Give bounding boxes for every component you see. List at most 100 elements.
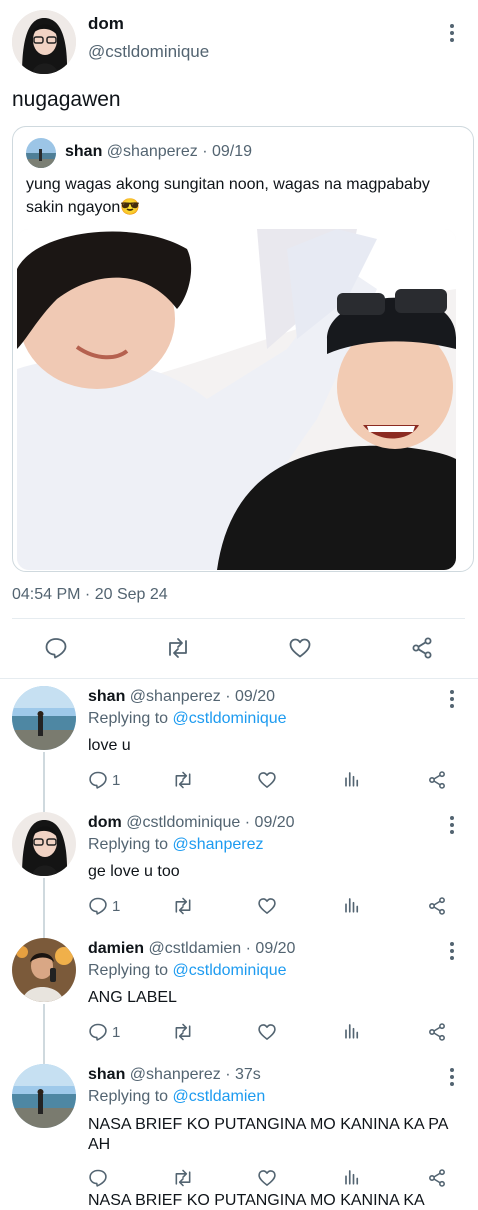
share-icon — [427, 1168, 447, 1188]
reply-author-handle[interactable]: @cstldominique — [126, 814, 240, 831]
reply-icon — [88, 770, 108, 790]
reply-avatar[interactable] — [12, 1064, 76, 1128]
views-icon — [343, 896, 361, 914]
reply-count: 1 — [112, 771, 121, 789]
views-icon — [343, 770, 361, 788]
like-icon — [289, 638, 311, 658]
share-icon — [427, 770, 447, 790]
reply-text: ANG LABEL — [88, 989, 177, 1006]
quote-date: · 09/19 — [202, 143, 253, 160]
quote-photo[interactable] — [17, 229, 456, 570]
replying-to-link[interactable]: @cstldominique — [173, 710, 287, 727]
reply-count: 1 — [112, 1023, 121, 1041]
views-button[interactable] — [343, 1022, 361, 1040]
share-button[interactable] — [427, 896, 447, 916]
share-button[interactable] — [427, 770, 447, 790]
reply-icon — [45, 638, 67, 659]
reply-button[interactable] — [44, 636, 68, 660]
reply-author-name[interactable]: damien — [88, 940, 144, 957]
reply-author-name[interactable]: shan — [88, 1066, 125, 1083]
reply-avatar[interactable] — [12, 812, 76, 876]
share-icon — [412, 637, 432, 659]
retweet-button[interactable] — [165, 636, 191, 660]
reply-text: ge love u too — [88, 863, 180, 880]
replying-to-label: Replying to — [88, 836, 169, 853]
replying-to-link[interactable]: @cstldominique — [173, 962, 287, 979]
like-icon — [257, 1168, 277, 1188]
reply-text: NASA BRIEF KO PUTANGINA MO KANINA KA PA … — [88, 1116, 448, 1153]
retweet-button[interactable] — [172, 1022, 194, 1042]
views-button[interactable] — [343, 1168, 361, 1186]
quote-text: yung wagas akong sungitan noon, wagas na… — [26, 176, 430, 216]
reply-button[interactable]: 1 — [88, 770, 120, 790]
reply-date: · 09/20 — [245, 940, 296, 957]
like-icon — [257, 770, 277, 790]
share-button[interactable] — [427, 1022, 447, 1042]
cutoff-reply-text: NASA BRIEF KO PUTANGINA MO KANINA KA — [88, 1192, 425, 1209]
more-icon[interactable] — [449, 1068, 455, 1086]
retweet-icon — [172, 770, 194, 790]
views-button[interactable] — [343, 770, 361, 788]
like-button[interactable] — [257, 1022, 277, 1042]
reply-avatar[interactable] — [12, 686, 76, 750]
reply-button[interactable] — [88, 1168, 108, 1188]
reply-icon — [88, 1168, 108, 1188]
reply-author-handle[interactable]: @shanperez — [130, 688, 221, 705]
retweet-button[interactable] — [172, 896, 194, 916]
views-button[interactable] — [343, 896, 361, 914]
reply-date: · 09/20 — [244, 814, 295, 831]
retweet-icon — [172, 1022, 194, 1042]
share-button[interactable] — [410, 636, 434, 660]
more-icon[interactable] — [449, 816, 455, 834]
reply-author-name[interactable]: shan — [88, 688, 125, 705]
reply-text: love u — [88, 737, 131, 754]
share-icon — [427, 896, 447, 916]
divider — [12, 618, 465, 619]
quote-author-avatar — [26, 138, 56, 168]
replying-to-link[interactable]: @shanperez — [173, 836, 264, 853]
like-icon — [257, 1022, 277, 1042]
thread-line — [43, 752, 45, 812]
reply-date: · 37s — [225, 1066, 261, 1083]
replying-to-label: Replying to — [88, 1088, 169, 1105]
like-icon — [257, 896, 277, 916]
quote-tweet-card[interactable]: shan @shanperez · 09/19 yung wagas akong… — [12, 126, 474, 572]
author-handle[interactable]: @cstldominique — [88, 42, 209, 62]
author-display-name[interactable]: dom — [88, 14, 124, 34]
like-button[interactable] — [257, 770, 277, 790]
reply-icon — [88, 896, 108, 916]
replying-to-link[interactable]: @cstldamien — [173, 1088, 266, 1105]
retweet-icon — [172, 1168, 194, 1188]
like-button[interactable] — [257, 1168, 277, 1188]
retweet-icon — [169, 638, 187, 658]
like-button[interactable] — [288, 636, 312, 660]
like-button[interactable] — [257, 896, 277, 916]
quote-author-handle: @shanperez — [106, 143, 198, 160]
replying-to-label: Replying to — [88, 710, 169, 727]
reply-icon — [88, 1022, 108, 1042]
author-avatar[interactable] — [12, 10, 76, 74]
reply-author-handle[interactable]: @cstldamien — [148, 940, 241, 957]
reply-button[interactable]: 1 — [88, 896, 120, 916]
reply-date: · 09/20 — [225, 688, 276, 705]
reply-count: 1 — [112, 897, 121, 915]
quote-author-name: shan — [65, 143, 103, 160]
replying-to-label: Replying to — [88, 962, 169, 979]
more-icon[interactable] — [449, 942, 455, 960]
retweet-button[interactable] — [172, 770, 194, 790]
more-icon[interactable] — [449, 24, 455, 42]
reply-avatar[interactable] — [12, 938, 76, 1002]
retweet-icon — [172, 896, 194, 916]
tweet-text: nugagawen — [12, 88, 121, 111]
thread-line — [43, 1004, 45, 1064]
share-icon — [427, 1022, 447, 1042]
retweet-button[interactable] — [172, 1168, 194, 1188]
reply-author-handle[interactable]: @shanperez — [130, 1066, 221, 1083]
more-icon[interactable] — [449, 690, 455, 708]
share-button[interactable] — [427, 1168, 447, 1188]
reply-author-name[interactable]: dom — [88, 814, 122, 831]
views-icon — [343, 1022, 361, 1040]
divider — [0, 678, 478, 679]
tweet-timestamp[interactable]: 04:54 PM · 20 Sep 24 — [12, 586, 168, 604]
reply-button[interactable]: 1 — [88, 1022, 120, 1042]
